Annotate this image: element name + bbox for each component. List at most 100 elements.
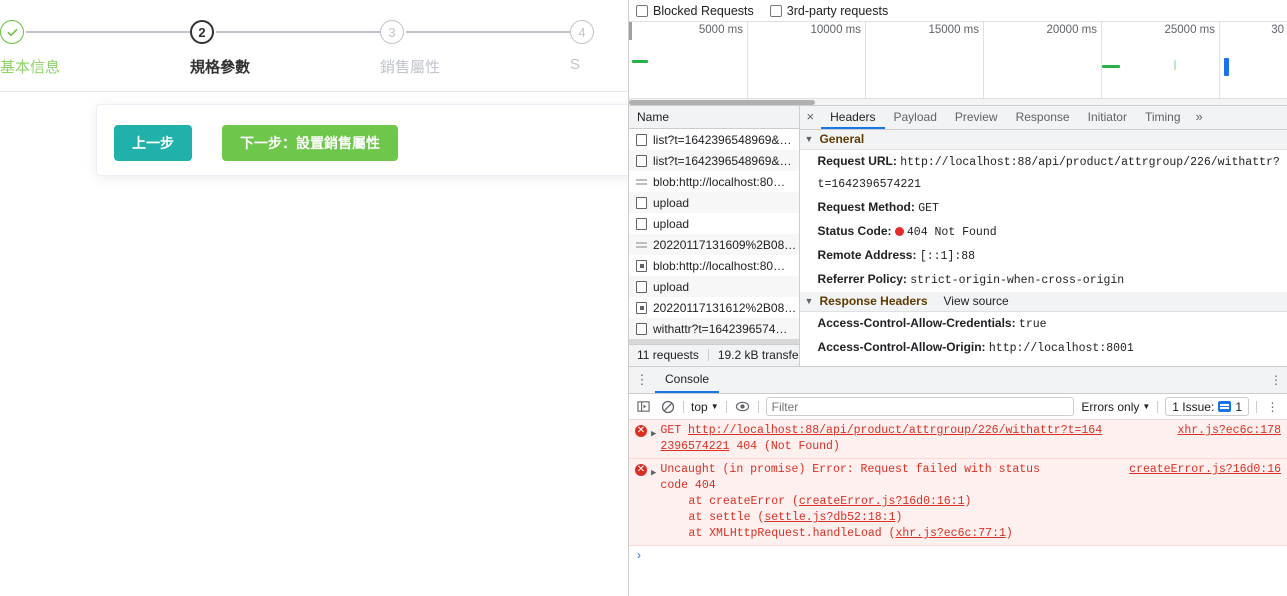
timeline-tick-30000: 30	[1271, 24, 1284, 36]
console-error-message[interactable]: ✕ ▶ Uncaught (in promise) Error: Request…	[629, 459, 1287, 546]
step-label-4: S	[570, 56, 581, 73]
step-spec-params[interactable]: 2 規格參數	[190, 0, 380, 92]
divider	[707, 349, 709, 362]
execute-sidebar-icon[interactable]	[635, 398, 652, 415]
stack-at: at createError (	[688, 495, 799, 508]
document-icon	[636, 322, 647, 335]
request-count: 11 requests	[637, 348, 699, 363]
table-row[interactable]: blob:http://localhost:80…	[629, 171, 799, 192]
stack-link[interactable]: createError.js?16d0:16:1	[799, 495, 965, 508]
tab-response[interactable]: Response	[1007, 106, 1079, 129]
timeline-tick-10000: 10000 ms	[810, 24, 861, 36]
transfer-size: 19.2 kB transfe	[717, 348, 799, 363]
console-filter-input[interactable]	[765, 397, 1075, 416]
error-icon: ✕	[635, 425, 647, 437]
third-party-requests-checkbox[interactable]: 3rd-party requests	[769, 4, 898, 18]
timeline-divider	[983, 22, 984, 105]
stack-close: )	[1005, 527, 1013, 540]
expand-arrow-icon[interactable]: ▶	[651, 426, 656, 455]
console-context-selector[interactable]: top ▼	[691, 400, 719, 414]
console-settings-icon[interactable]: ⋮	[1264, 398, 1281, 415]
close-icon[interactable]: ×	[800, 106, 822, 129]
blocked-requests-checkbox[interactable]: Blocked Requests	[636, 4, 764, 18]
tab-preview[interactable]: Preview	[946, 106, 1007, 129]
step-wizard: 基本信息 2 規格參數 3 銷售屬性 4 S	[0, 0, 628, 92]
divider	[1157, 400, 1159, 413]
step-four[interactable]: 4 S	[570, 0, 628, 92]
stack-link[interactable]: xhr.js?ec6c:77:1	[895, 527, 1005, 540]
tab-payload[interactable]: Payload	[885, 106, 946, 129]
request-name: upload	[653, 279, 690, 294]
table-row[interactable]: blob:http://localhost:80…	[629, 255, 799, 276]
network-column-header-name[interactable]: Name	[629, 106, 799, 130]
step-label-2: 規格參數	[190, 59, 251, 76]
console-level-selector[interactable]: Errors only ▼	[1081, 400, 1150, 414]
selected-request-bar	[1224, 58, 1229, 76]
header-value: 404 Not Found	[906, 226, 997, 240]
drawer-menu-icon[interactable]: ⋮	[629, 367, 655, 393]
console-source-link[interactable]: createError.js?16d0:16	[1129, 462, 1281, 478]
image-icon	[636, 301, 647, 314]
timeline-scrollbar-thumb[interactable]	[629, 100, 815, 105]
status-error-dot-icon	[894, 227, 904, 237]
request-name: upload	[653, 195, 690, 210]
console-level-label: Errors only	[1081, 399, 1140, 414]
header-value: true	[1018, 318, 1047, 332]
timeline-tick-25000: 25000 ms	[1164, 24, 1215, 36]
message-link-cont[interactable]: 2396574221	[660, 440, 729, 453]
table-row[interactable]: 20220117131609%2B08…	[629, 234, 799, 256]
tab-timing[interactable]: Timing	[1136, 106, 1190, 129]
tab-headers[interactable]: Headers	[821, 106, 885, 130]
request-name: upload	[653, 216, 690, 231]
tab-console[interactable]: Console	[655, 367, 720, 393]
timeline-scrollbar-track[interactable]	[629, 98, 1287, 105]
script-icon	[636, 176, 647, 188]
table-row[interactable]: withattr?t=1642396574…	[629, 318, 799, 340]
tab-initiator[interactable]: Initiator	[1079, 106, 1136, 129]
table-row[interactable]: 20220117131612%2B08…	[629, 297, 799, 318]
stack-link[interactable]: settle.js?db52:18:1	[764, 511, 895, 524]
step-basic-info[interactable]: 基本信息	[0, 0, 190, 92]
header-row-status-code: Status Code: 404 Not Found	[800, 220, 1287, 244]
table-row[interactable]: upload	[629, 213, 799, 234]
request-name: list?t=1642396548969&…	[653, 153, 792, 168]
console-source-link[interactable]: xhr.js?ec6c:178	[1177, 423, 1281, 439]
expand-arrow-icon[interactable]: ▶	[651, 465, 656, 542]
step-circle-1	[0, 20, 24, 44]
timeline-tick-15000: 15000 ms	[928, 24, 979, 36]
stack-frame: at XMLHttpRequest.handleLoad (xhr.js?ec6…	[660, 526, 1281, 542]
stack-close: )	[895, 511, 903, 524]
table-row[interactable]: upload	[629, 276, 799, 298]
console-error-message[interactable]: ✕ ▶ GET http://localhost:88/api/product/…	[629, 420, 1287, 459]
drawer-more-icon[interactable]: ⋮	[1270, 367, 1287, 393]
view-source-link[interactable]: View source	[944, 294, 1009, 308]
console-prompt[interactable]: ›	[629, 546, 1287, 564]
timeline-divider	[747, 22, 748, 105]
response-headers-section-header[interactable]: ▼ Response Headers View source	[799, 292, 1287, 313]
network-overview-timeline[interactable]: 5000 ms 10000 ms 15000 ms 20000 ms 25000…	[629, 22, 1287, 106]
live-expression-icon[interactable]	[734, 398, 751, 415]
step-sales-attrs[interactable]: 3 銷售屬性	[380, 0, 570, 92]
header-row-content-type: Content-Type: application/json	[800, 360, 1287, 366]
stack-frame: at settle (settle.js?db52:18:1)	[660, 510, 1281, 526]
previous-step-button[interactable]: 上一步	[114, 125, 192, 161]
clear-console-icon[interactable]	[659, 398, 676, 415]
table-row[interactable]: list?t=1642396548969&…	[629, 129, 799, 150]
request-name: blob:http://localhost:80…	[653, 174, 786, 189]
table-row[interactable]: list?t=1642396548969&…	[629, 150, 799, 172]
header-key: Access-Control-Allow-Origin:	[817, 340, 986, 355]
message-link[interactable]: http://localhost:88/api/product/attrgrou…	[688, 424, 1102, 437]
stack-at: at settle (	[688, 511, 765, 524]
chevron-down-icon: ▼	[710, 402, 719, 411]
issues-button[interactable]: 1 Issue: 1	[1165, 397, 1249, 416]
general-section-header[interactable]: ▼ General	[799, 130, 1287, 151]
next-step-button[interactable]: 下一步：設置銷售屬性	[222, 125, 398, 161]
request-bar	[632, 60, 648, 63]
stack-close: )	[964, 495, 972, 508]
request-name: 20220117131612%2B08…	[653, 300, 797, 315]
timeline-divider	[1219, 22, 1220, 105]
console-messages: ✕ ▶ GET http://localhost:88/api/product/…	[629, 420, 1287, 569]
header-key: Status Code:	[817, 224, 892, 239]
table-row[interactable]: upload	[629, 192, 799, 214]
more-tabs-icon[interactable]: »	[1190, 106, 1209, 129]
